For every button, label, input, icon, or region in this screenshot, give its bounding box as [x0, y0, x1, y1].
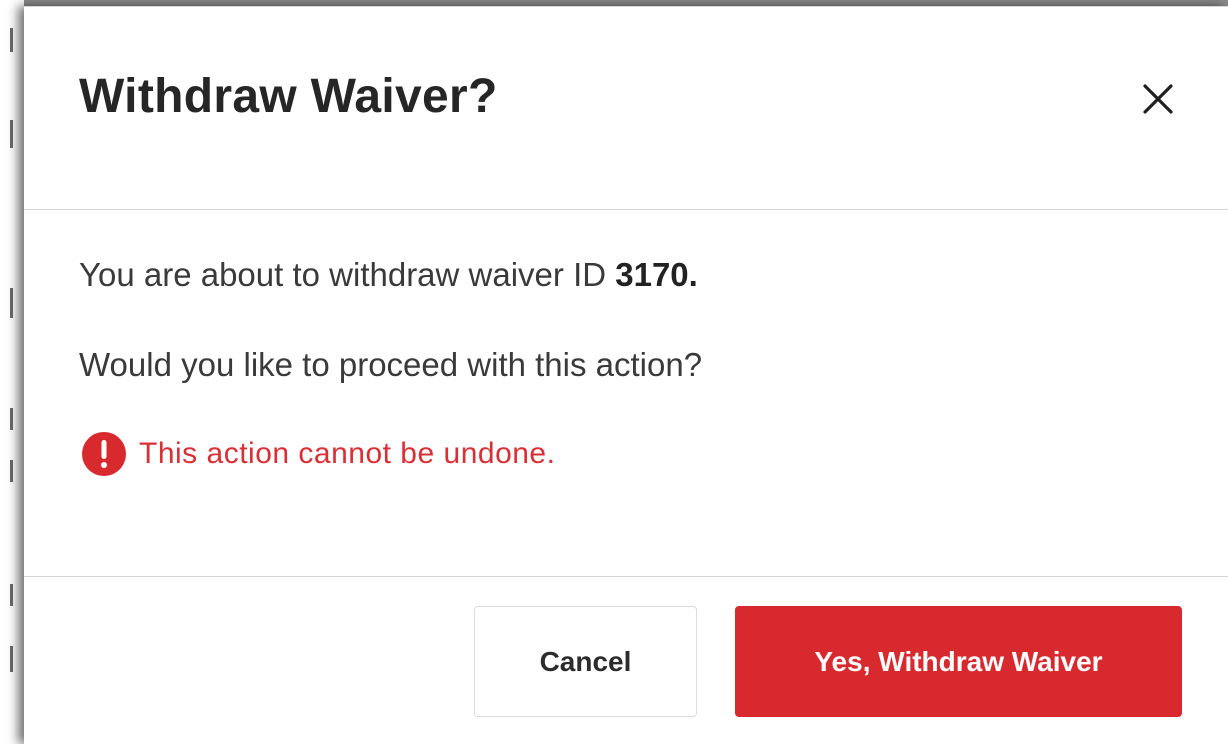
dialog-footer: Cancel Yes, Withdraw Waiver: [24, 576, 1228, 744]
background-text-fragment: [10, 646, 13, 672]
close-icon: [1143, 84, 1173, 114]
confirm-question: Would you like to proceed with this acti…: [79, 346, 703, 383]
withdraw-message-text: You are about to withdraw waiver ID: [79, 256, 616, 293]
confirm-withdraw-button[interactable]: Yes, Withdraw Waiver: [735, 606, 1182, 717]
close-button[interactable]: [1135, 76, 1181, 122]
cancel-button[interactable]: Cancel: [474, 606, 697, 717]
background-text-fragment: [10, 120, 13, 148]
background-page-edge: [0, 0, 24, 744]
background-text-fragment: [10, 408, 13, 430]
withdraw-message: You are about to withdraw waiver ID 3170…: [79, 256, 698, 294]
background-text-fragment: [10, 28, 13, 52]
waiver-id: 3170.: [615, 256, 698, 293]
warning-text: This action cannot be undone.: [139, 437, 556, 470]
dialog-title: Withdraw Waiver?: [79, 70, 498, 123]
background-text-fragment: [10, 460, 13, 482]
exclamation-circle-icon: [82, 432, 126, 476]
background-text-fragment: [10, 584, 13, 606]
dialog-header: Withdraw Waiver?: [24, 7, 1228, 210]
dialog-body: You are about to withdraw waiver ID 3170…: [24, 210, 1228, 576]
withdraw-waiver-dialog: Withdraw Waiver? You are about to withdr…: [24, 6, 1228, 744]
background-text-fragment: [10, 288, 13, 318]
